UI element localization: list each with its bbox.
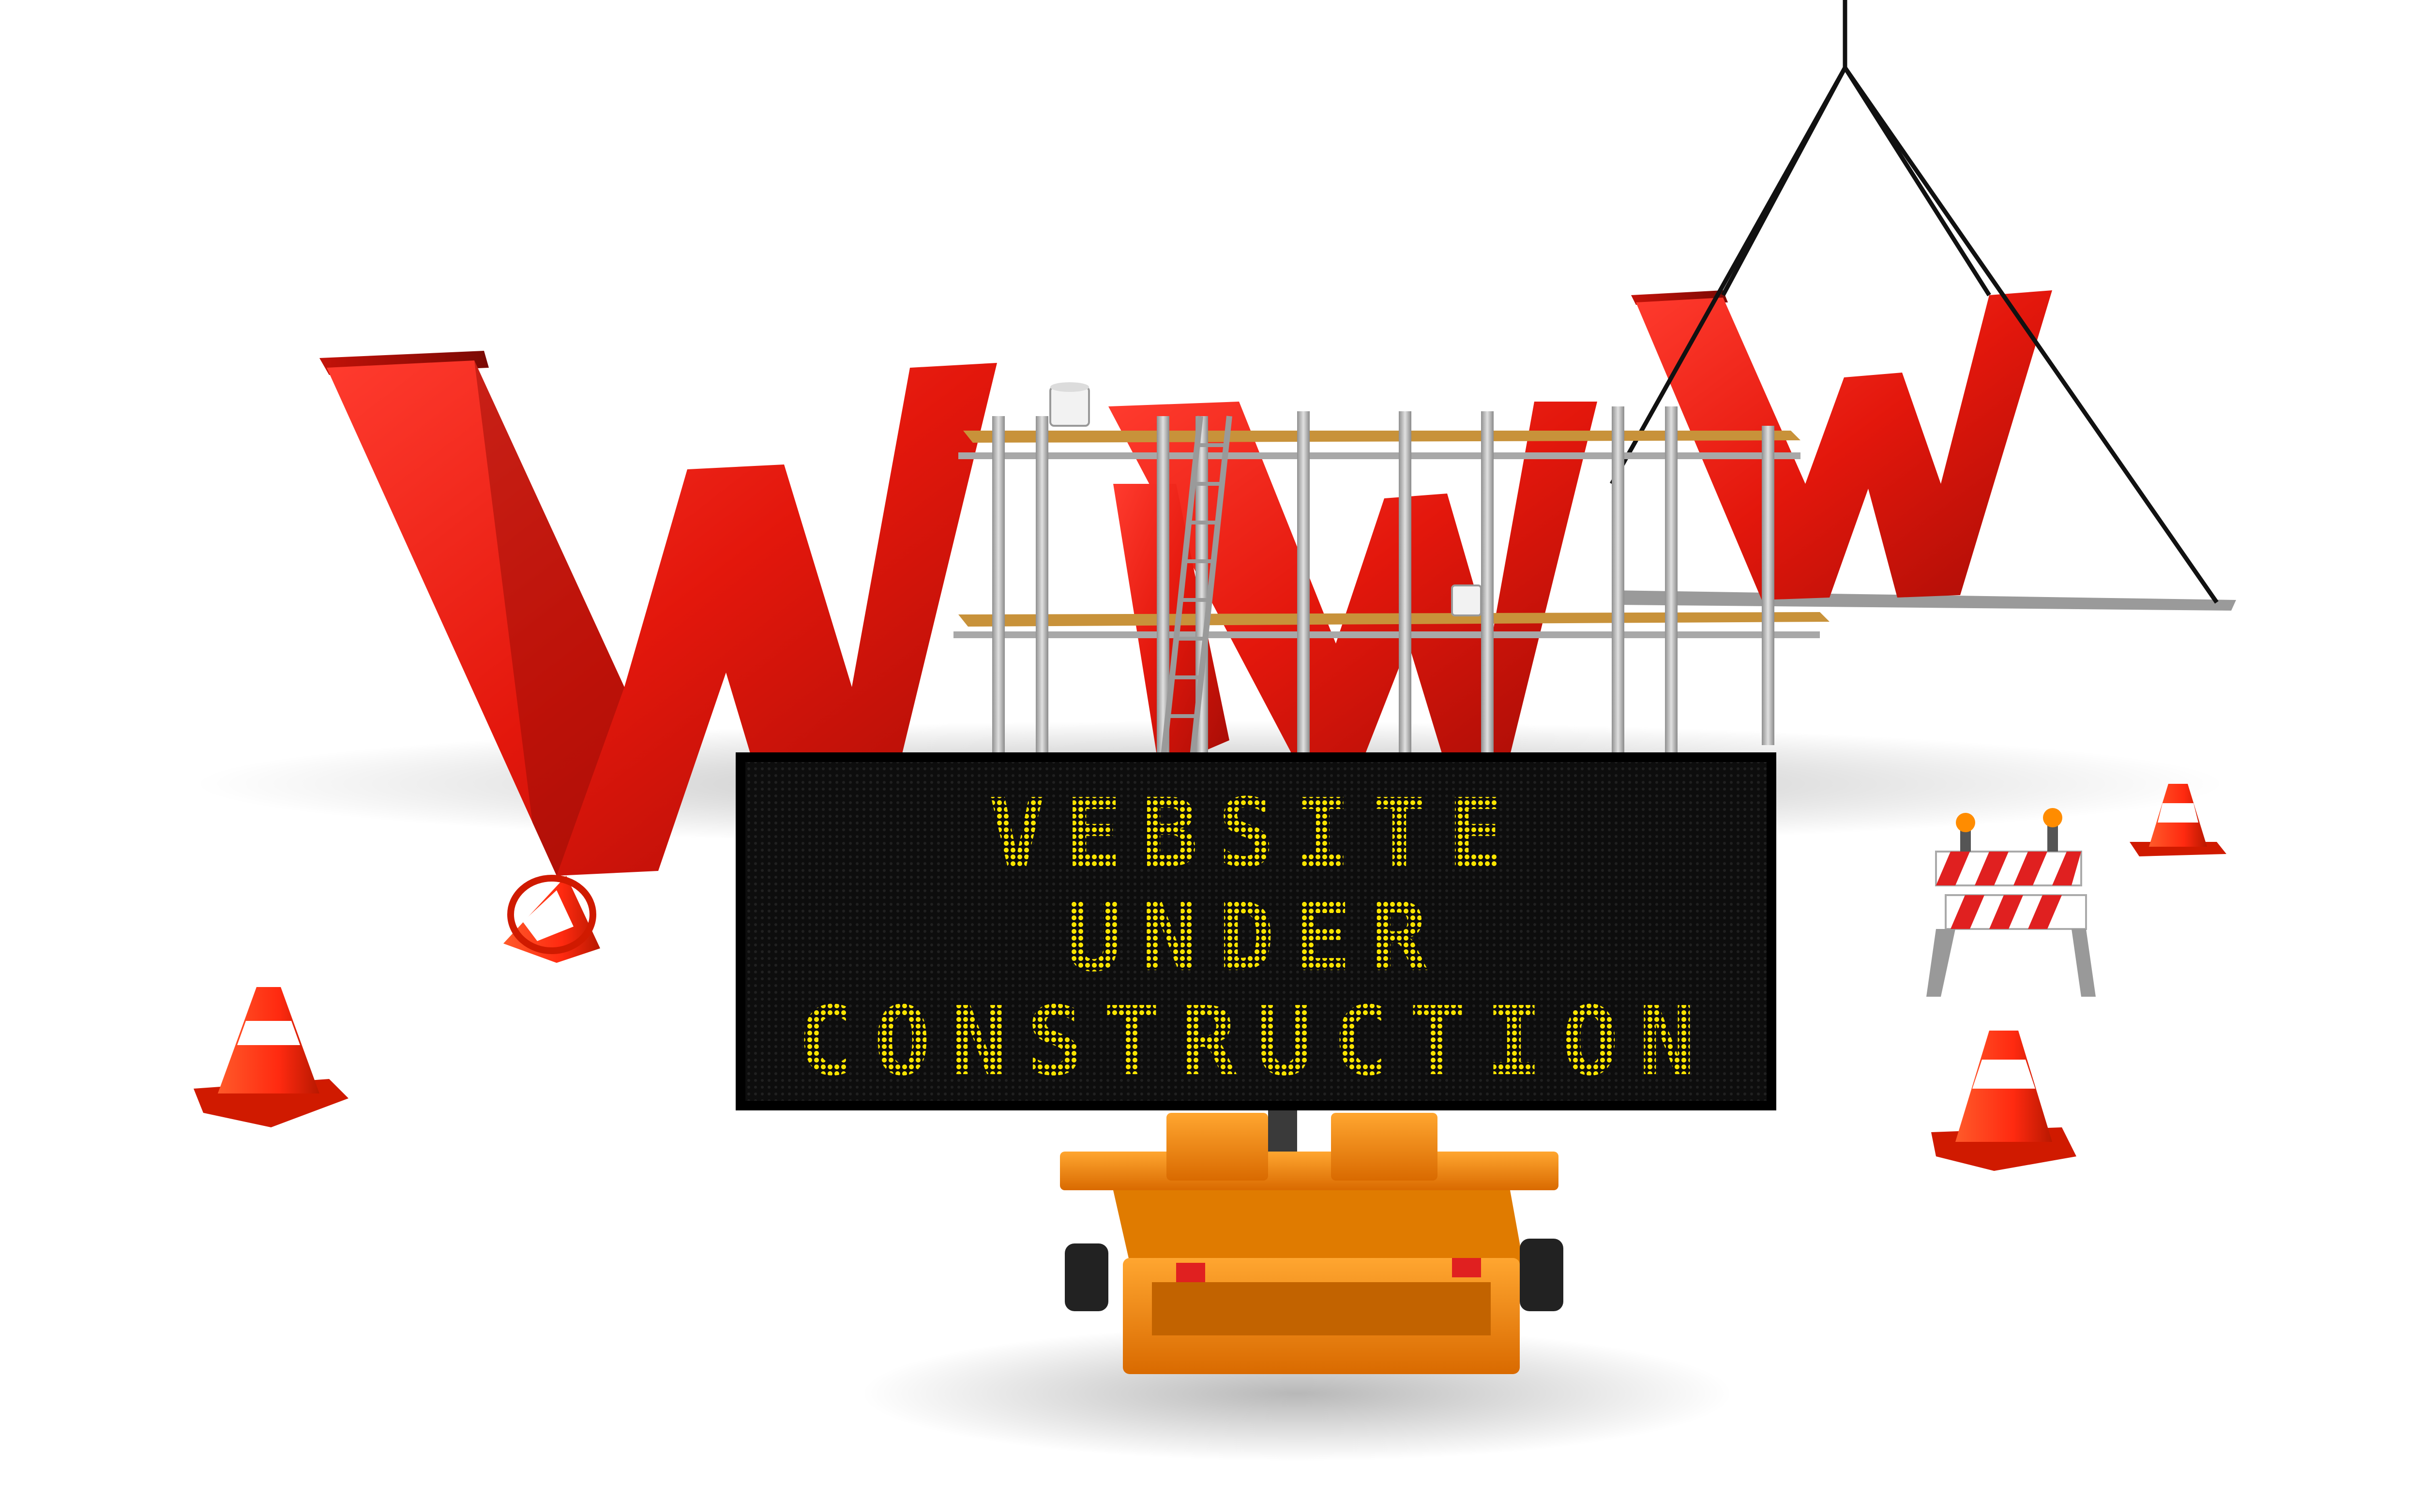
traffic-cone-icon <box>194 987 348 1127</box>
trailer-icon <box>1060 1084 1563 1374</box>
sign-line-2: UNDER <box>1065 883 1447 993</box>
letter-w-hanging <box>1612 290 2236 611</box>
barricade-icon <box>1926 808 2096 997</box>
under-construction-scene: W <box>194 0 2236 1461</box>
led-message-sign: VEBSITE UNDER CONSTRUCTION <box>736 752 1776 1110</box>
sign-line-3: CONSTRUCTION <box>797 987 1715 1097</box>
traffic-cone-right-front <box>1931 1031 2076 1171</box>
traffic-cone-fallen <box>503 875 600 963</box>
letter-w-large: W <box>319 351 997 876</box>
sign-line-1: VEBSITE <box>988 778 1524 889</box>
